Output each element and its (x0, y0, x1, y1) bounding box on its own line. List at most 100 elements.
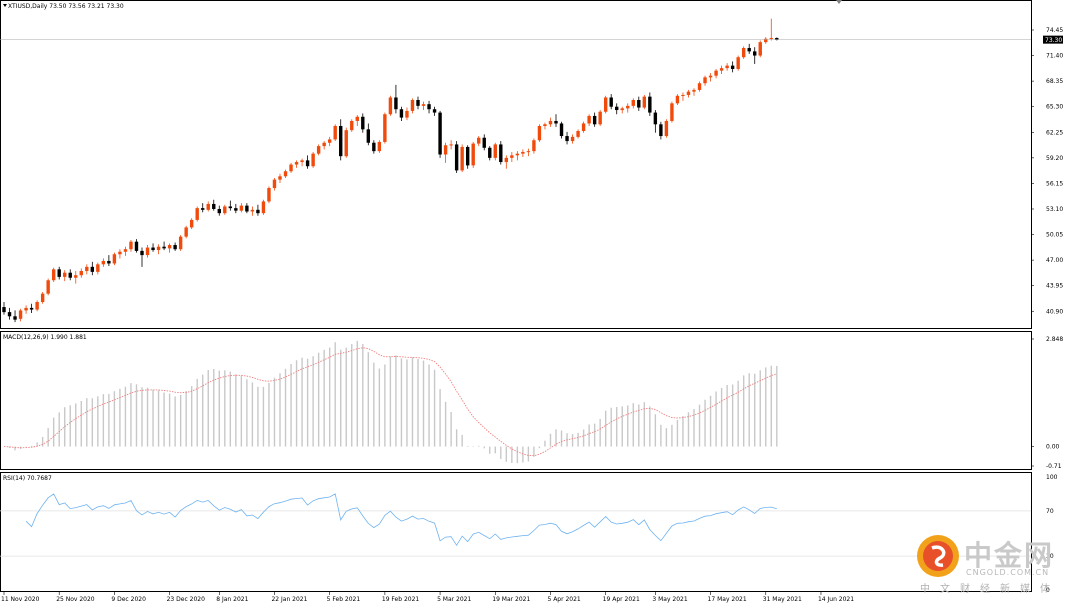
candle-body[interactable] (692, 89, 696, 92)
candle-body[interactable] (51, 269, 56, 281)
candle-body[interactable] (626, 105, 630, 109)
candle-body[interactable] (151, 247, 155, 251)
candle-body[interactable] (245, 205, 249, 212)
candle-body[interactable] (316, 146, 321, 154)
candle-body[interactable] (460, 146, 464, 171)
candle-body[interactable] (46, 280, 50, 294)
candle-body[interactable] (57, 269, 61, 277)
candle-body[interactable] (311, 153, 315, 167)
candle-body[interactable] (134, 241, 139, 251)
candle-body[interactable] (714, 70, 718, 76)
candle-body[interactable] (7, 312, 12, 317)
candle-body[interactable] (322, 142, 326, 147)
candle-body[interactable] (642, 96, 647, 108)
candle-body[interactable] (532, 140, 536, 152)
candle-body[interactable] (526, 151, 531, 153)
candle-body[interactable] (681, 94, 685, 96)
candle-body[interactable] (40, 293, 45, 303)
candle-body[interactable] (708, 75, 713, 78)
candle-body[interactable] (543, 124, 547, 126)
candle-body[interactable] (438, 112, 442, 155)
macd-pane[interactable]: MACD(12,26,9) 1.990 1.881 (0, 331, 1032, 470)
candle-body[interactable] (383, 114, 387, 142)
candle-body[interactable] (653, 112, 658, 125)
candle-body[interactable] (725, 65, 729, 69)
candle-body[interactable] (162, 246, 166, 249)
candle-body[interactable] (35, 302, 39, 310)
candle-body[interactable] (416, 99, 420, 106)
rsi-pane[interactable]: RSI(14) 70.7687 (0, 472, 1032, 592)
candle-body[interactable] (228, 206, 233, 209)
candle-body[interactable] (272, 179, 277, 189)
candle-body[interactable] (388, 97, 393, 115)
candle-body[interactable] (394, 97, 398, 110)
candle-body[interactable] (189, 219, 194, 228)
candle-body[interactable] (758, 42, 762, 56)
candle-body[interactable] (79, 271, 83, 276)
candle-body[interactable] (730, 65, 735, 69)
candle-body[interactable] (521, 151, 525, 154)
candle-body[interactable] (112, 254, 117, 264)
candle-body[interactable] (283, 171, 288, 177)
candle-body[interactable] (559, 123, 564, 137)
candle-body[interactable] (206, 203, 210, 210)
price-pane[interactable]: XTIUSD,Daily 73.50 73.56 73.21 73.30 (0, 0, 1032, 329)
candle-body[interactable] (13, 316, 17, 320)
candle-body[interactable] (123, 249, 128, 252)
candle-body[interactable] (648, 96, 652, 113)
candle-body[interactable] (753, 51, 757, 56)
candle-body[interactable] (327, 139, 332, 143)
candle-body[interactable] (615, 106, 619, 111)
candle-body[interactable] (289, 164, 293, 172)
candle-body[interactable] (659, 124, 663, 137)
candle-body[interactable] (736, 57, 740, 69)
candle-body[interactable] (670, 103, 674, 121)
candle-body[interactable] (764, 38, 768, 43)
candle-body[interactable] (493, 144, 497, 158)
candle-body[interactable] (74, 275, 78, 278)
header-triangle-icon[interactable] (3, 4, 7, 7)
candle-body[interactable] (510, 155, 514, 158)
candle-body[interactable] (223, 206, 227, 214)
candle-body[interactable] (631, 99, 635, 106)
candle-body[interactable] (305, 160, 310, 167)
candle-body[interactable] (515, 153, 520, 156)
candle-body[interactable] (212, 203, 216, 209)
candle-body[interactable] (587, 115, 591, 124)
candle-body[interactable] (234, 208, 238, 211)
candle-body[interactable] (664, 120, 669, 137)
candle-body[interactable] (598, 111, 602, 125)
candle-body[interactable] (366, 129, 371, 143)
candle-body[interactable] (675, 95, 680, 104)
candle-body[interactable] (410, 99, 415, 111)
shift-marker-icon[interactable] (836, 0, 842, 4)
candle-body[interactable] (173, 245, 177, 250)
candle-body[interactable] (261, 201, 266, 214)
candle-body[interactable] (548, 120, 553, 125)
candle-body[interactable] (537, 125, 542, 141)
candle-body[interactable] (178, 236, 183, 250)
candle-body[interactable] (217, 208, 221, 214)
candle-body[interactable] (747, 48, 751, 52)
candle-body[interactable] (90, 266, 95, 272)
candle-body[interactable] (488, 147, 492, 158)
candle-body[interactable] (107, 260, 111, 264)
candle-body[interactable] (145, 247, 150, 256)
candle-body[interactable] (405, 110, 409, 118)
candle-body[interactable] (637, 99, 641, 108)
candle-body[interactable] (96, 264, 100, 272)
candle-body[interactable] (250, 209, 255, 212)
candle-body[interactable] (703, 77, 707, 84)
candle-body[interactable] (300, 160, 304, 163)
candle-body[interactable] (129, 241, 133, 250)
candle-body[interactable] (769, 37, 773, 39)
candle-body[interactable] (686, 91, 691, 95)
candle-body[interactable] (427, 104, 431, 110)
candle-body[interactable] (719, 68, 724, 71)
candle-body[interactable] (477, 137, 481, 144)
candle-body[interactable] (333, 125, 337, 140)
candle-body[interactable] (570, 136, 575, 142)
candle-body[interactable] (697, 83, 702, 90)
candle-body[interactable] (465, 146, 470, 166)
candle-body[interactable] (29, 307, 34, 310)
